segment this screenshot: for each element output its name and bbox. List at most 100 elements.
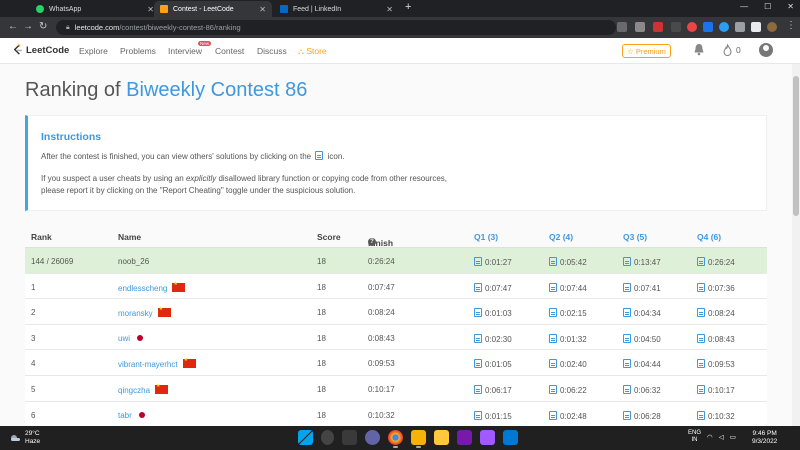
solution-file-icon[interactable] — [623, 410, 631, 420]
premium-button[interactable]: ☆ Premium — [622, 44, 671, 58]
maximize-button[interactable]: ☐ — [764, 2, 771, 11]
solution-file-icon[interactable] — [474, 333, 482, 343]
solution-file-icon[interactable] — [549, 384, 557, 394]
q3-solution[interactable]: 0:04:34 — [623, 308, 661, 318]
q4-solution[interactable]: 0:08:24 — [697, 308, 735, 318]
solution-file-icon[interactable] — [623, 333, 631, 343]
battery-icon[interactable]: ▭ — [730, 433, 736, 441]
username-link[interactable]: vibrant-mayerhct — [118, 357, 196, 369]
q2-solution[interactable]: 0:01:32 — [549, 333, 587, 344]
q3-solution[interactable]: 0:06:28 — [623, 410, 661, 421]
new-tab-button[interactable]: + — [405, 1, 411, 13]
chrome-icon[interactable] — [388, 430, 403, 448]
close-tab-icon[interactable]: ✕ — [386, 5, 393, 14]
solution-file-icon[interactable] — [474, 257, 482, 266]
header-q3[interactable]: Q3 (5) — [623, 232, 647, 242]
solution-file-icon[interactable] — [549, 257, 557, 266]
extension-icon[interactable] — [653, 22, 663, 32]
language-indicator[interactable]: ENG IN — [688, 430, 701, 444]
header-q2[interactable]: Q2 (4) — [549, 232, 573, 242]
windows-start-icon[interactable] — [298, 430, 313, 445]
forward-button[interactable]: → — [23, 21, 33, 32]
volume-icon[interactable]: ◁ — [719, 433, 724, 441]
reload-button[interactable]: ↻ — [39, 21, 47, 32]
q1-solution[interactable]: 0:06:17 — [474, 384, 512, 395]
task-view-icon[interactable] — [342, 430, 357, 445]
leetcode-logo[interactable]: LeetCode — [12, 44, 69, 56]
username-link[interactable]: moransky — [118, 306, 171, 318]
q4-solution[interactable]: 0:08:43 — [697, 333, 735, 344]
q4-solution[interactable]: 0:10:17 — [697, 384, 735, 395]
extension-icon[interactable] — [635, 22, 645, 32]
q3-solution[interactable]: 0:06:32 — [623, 384, 661, 395]
close-tab-icon[interactable]: ✕ — [147, 5, 154, 14]
nav-contest[interactable]: Contest — [215, 46, 244, 56]
header-q1[interactable]: Q1 (3) — [474, 232, 498, 242]
taskbar-clock[interactable]: 9:46 PM 9/3/2022 — [752, 430, 777, 446]
solution-file-icon[interactable] — [549, 282, 557, 292]
q3-solution[interactable]: 0:04:44 — [623, 359, 661, 369]
extension-icon[interactable] — [687, 22, 697, 32]
search-icon[interactable] — [321, 430, 334, 445]
solution-file-icon[interactable] — [549, 410, 557, 420]
weather-widget[interactable]: 29°C Haze — [9, 430, 40, 446]
solution-file-icon[interactable] — [549, 359, 557, 369]
username-link[interactable]: endlesscheng — [118, 281, 186, 293]
puzzle-icon[interactable] — [735, 22, 745, 32]
solution-file-icon[interactable] — [549, 308, 557, 318]
q4-solution[interactable]: 0:26:24 — [697, 257, 735, 267]
solution-file-icon[interactable] — [697, 257, 705, 266]
solution-file-icon[interactable] — [697, 384, 705, 394]
q3-solution[interactable]: 0:07:41 — [623, 282, 661, 293]
store-app-icon[interactable] — [503, 430, 518, 445]
streak-counter[interactable]: 0 — [723, 44, 741, 56]
menu-icon[interactable]: ⋮ — [786, 20, 796, 31]
close-window-button[interactable]: ✕ — [787, 2, 794, 11]
q1-solution[interactable]: 0:01:15 — [474, 410, 512, 421]
solution-file-icon[interactable] — [623, 359, 631, 369]
file-explorer-icon[interactable] — [434, 430, 449, 445]
q2-solution[interactable]: 0:02:15 — [549, 308, 587, 318]
q2-solution[interactable]: 0:02:40 — [549, 359, 587, 369]
tab-whatsapp[interactable]: WhatsApp ✕ — [30, 1, 160, 17]
username-link[interactable]: tabr — [118, 411, 145, 420]
scrollbar-thumb[interactable] — [793, 76, 799, 216]
solution-file-icon[interactable] — [697, 282, 705, 292]
info-icon[interactable]: ? — [368, 238, 376, 246]
q1-solution[interactable]: 0:02:30 — [474, 333, 512, 344]
address-bar[interactable]: 🔒︎ leetcode.com/contest/biweekly-contest… — [56, 20, 616, 35]
sidepanel-icon[interactable] — [751, 22, 761, 32]
nav-explore[interactable]: Explore — [79, 46, 108, 56]
q2-solution[interactable]: 0:07:44 — [549, 282, 587, 293]
nav-store[interactable]: ⛬ Store — [298, 46, 327, 57]
tab-linkedin[interactable]: Feed | LinkedIn ✕ — [274, 1, 399, 17]
solution-file-icon[interactable] — [623, 308, 631, 318]
solution-file-icon[interactable] — [474, 410, 482, 420]
q3-solution[interactable]: 0:13:47 — [623, 257, 661, 267]
q4-solution[interactable]: 0:07:36 — [697, 282, 735, 293]
q1-solution[interactable]: 0:01:05 — [474, 359, 512, 369]
q2-solution[interactable]: 0:05:42 — [549, 257, 587, 267]
solution-file-icon[interactable] — [697, 333, 705, 343]
nav-discuss[interactable]: Discuss — [257, 46, 287, 56]
nav-problems[interactable]: Problems — [120, 46, 156, 56]
teams-chat-icon[interactable] — [365, 430, 380, 445]
solution-file-icon[interactable] — [697, 359, 705, 369]
q2-solution[interactable]: 0:02:48 — [549, 410, 587, 421]
solution-file-icon[interactable] — [697, 410, 705, 420]
solution-file-icon[interactable] — [623, 282, 631, 292]
solution-file-icon[interactable] — [474, 359, 482, 369]
extension-icon[interactable] — [719, 22, 729, 32]
user-avatar[interactable] — [759, 43, 773, 57]
header-q4[interactable]: Q4 (6) — [697, 232, 721, 242]
solution-file-icon[interactable] — [474, 308, 482, 318]
q2-solution[interactable]: 0:06:22 — [549, 384, 587, 395]
extension-icon[interactable] — [617, 22, 627, 32]
q1-solution[interactable]: 0:01:03 — [474, 308, 512, 318]
wifi-icon[interactable]: ◠ — [707, 433, 713, 441]
solution-file-icon[interactable] — [623, 257, 631, 266]
solution-file-icon[interactable] — [623, 384, 631, 394]
q1-solution[interactable]: 0:01:27 — [474, 257, 512, 267]
back-button[interactable]: ← — [8, 21, 18, 32]
solution-file-icon[interactable] — [474, 384, 482, 394]
